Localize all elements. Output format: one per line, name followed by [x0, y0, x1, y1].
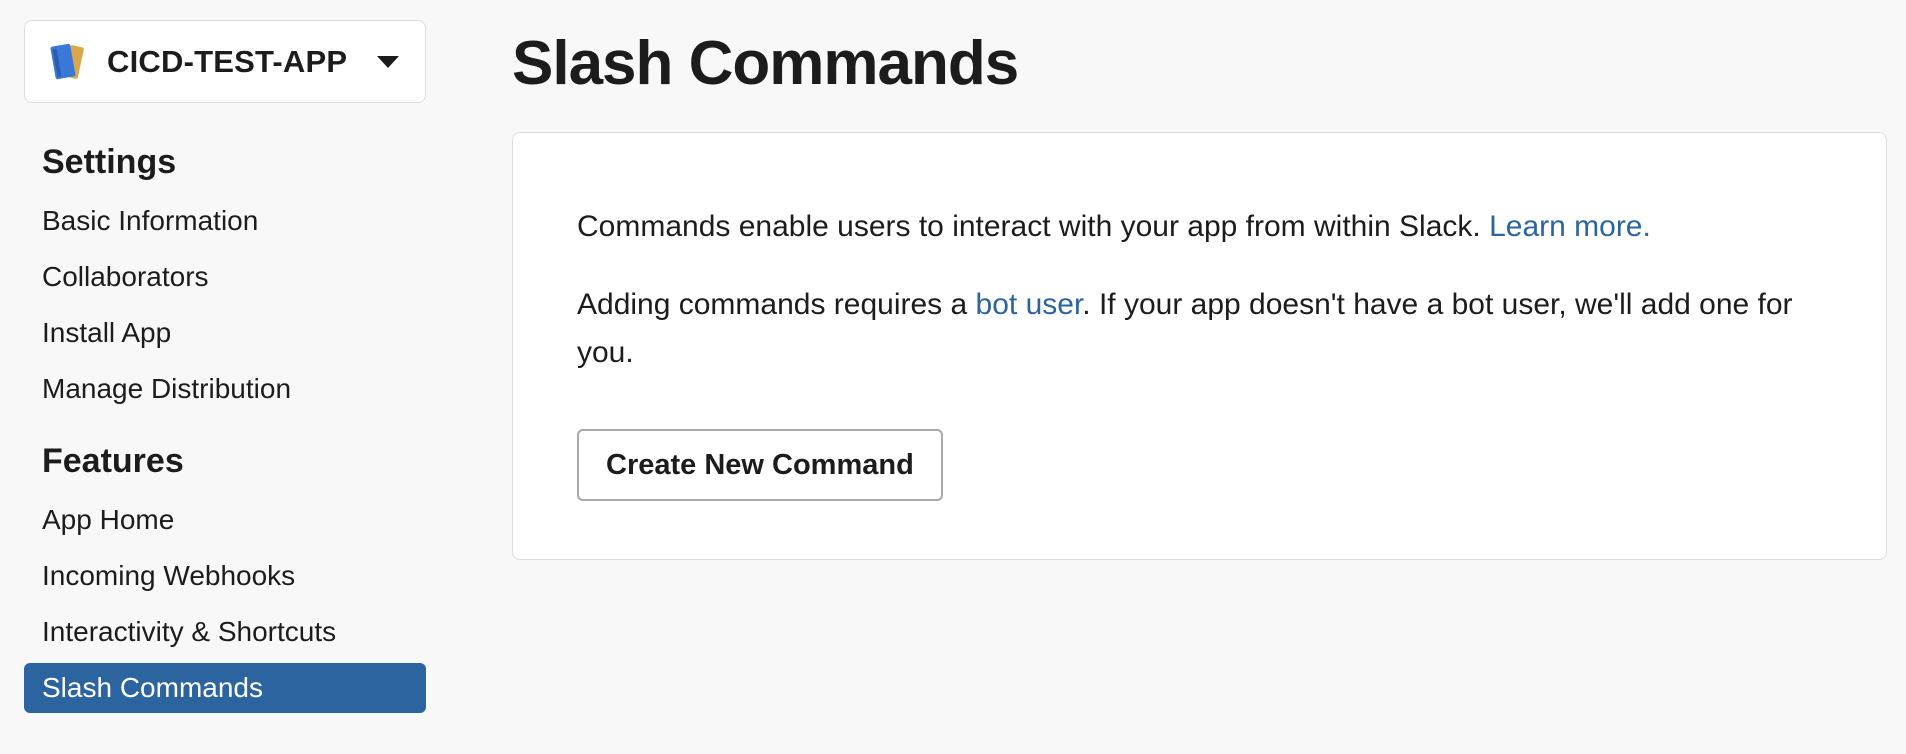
settings-heading: Settings — [42, 143, 177, 181]
intro-paragraph: Commands enable users to interact with y… — [577, 203, 1822, 251]
sidebar-item-interactivity-shortcuts[interactable]: Interactivity & Shortcuts — [24, 607, 426, 657]
sidebar-item-slash-commands[interactable]: Slash Commands — [24, 663, 426, 713]
main-content: Slash Commands Commands enable users to … — [512, 0, 1887, 560]
learn-more-link[interactable]: Learn more. — [1489, 210, 1651, 243]
settings-nav: Basic Information Collaborators Install … — [24, 196, 426, 414]
app-name: CICD-TEST-APP — [107, 43, 348, 79]
sidebar: CICD-TEST-APP Settings Basic Information… — [24, 20, 426, 719]
bot-user-link[interactable]: bot user — [976, 288, 1083, 321]
intro-text: Commands enable users to interact with y… — [577, 210, 1490, 243]
chevron-down-icon[interactable] — [377, 55, 399, 68]
page-title: Slash Commands — [512, 29, 1019, 98]
sidebar-item-basic-information[interactable]: Basic Information — [24, 196, 426, 246]
bot-user-paragraph: Adding commands requires a bot user. If … — [577, 281, 1822, 377]
features-heading: Features — [42, 442, 184, 480]
bot-text-before: Adding commands requires a — [577, 288, 976, 321]
sidebar-item-manage-distribution[interactable]: Manage Distribution — [24, 364, 426, 414]
sidebar-item-collaborators[interactable]: Collaborators — [24, 252, 426, 302]
sidebar-item-incoming-webhooks[interactable]: Incoming Webhooks — [24, 551, 426, 601]
notebook-icon — [45, 40, 89, 84]
features-nav: App Home Incoming Webhooks Interactivity… — [24, 495, 426, 713]
commands-card: Commands enable users to interact with y… — [512, 132, 1887, 560]
sidebar-item-app-home[interactable]: App Home — [24, 495, 426, 545]
create-new-command-button[interactable]: Create New Command — [577, 429, 943, 501]
sidebar-item-install-app[interactable]: Install App — [24, 308, 426, 358]
app-selector[interactable]: CICD-TEST-APP — [24, 20, 426, 103]
